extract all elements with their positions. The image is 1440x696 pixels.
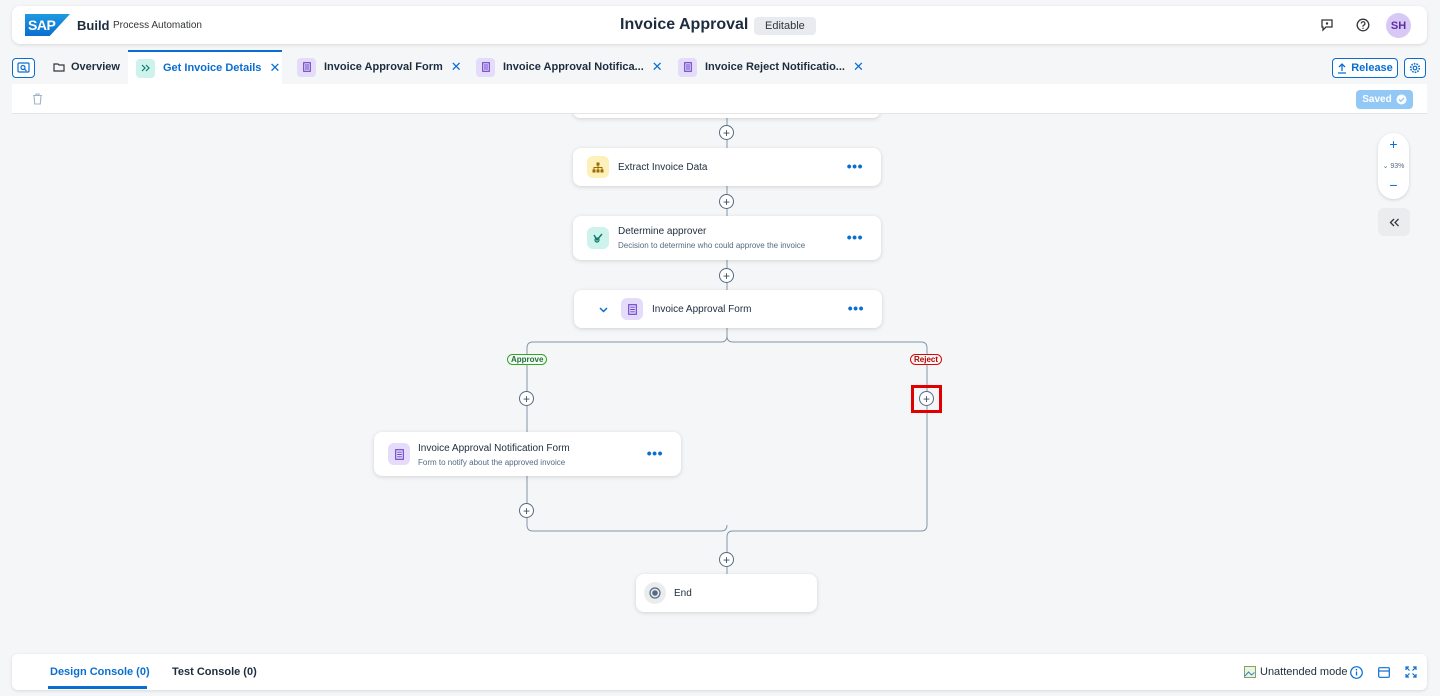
add-step-button-approve[interactable]: + — [519, 391, 534, 406]
info-icon[interactable] — [1349, 665, 1363, 679]
brand-name: Build — [77, 18, 110, 33]
collapse-panel-button[interactable] — [1378, 208, 1410, 236]
process-canvas[interactable]: + Extract Invoice Data ••• + Determine a… — [12, 114, 1427, 646]
expand-icon[interactable] — [1404, 665, 1418, 679]
page-title: Invoice Approval — [620, 16, 749, 33]
shell-header: SAP Build Process Automation Invoice App… — [12, 6, 1427, 44]
delete-icon[interactable] — [32, 92, 43, 110]
zoom-level[interactable]: ⌄ 93% — [1380, 162, 1407, 170]
highlight-box — [911, 385, 942, 413]
approve-branch-label: Approve — [507, 354, 548, 365]
chevron-down-icon[interactable] — [599, 300, 608, 318]
editor-toolbar: Saved — [12, 84, 1427, 114]
form-icon — [621, 298, 643, 320]
add-step-button[interactable]: + — [719, 268, 734, 283]
tab-test-console[interactable]: Test Console (0) — [172, 666, 257, 678]
status-badge: Editable — [754, 17, 816, 35]
bottom-console: Design Console (0) Test Console (0) Unat… — [12, 654, 1427, 690]
node-invoice-approval-form[interactable]: Invoice Approval Form ••• — [574, 290, 882, 328]
form-icon — [297, 57, 316, 77]
tab-invoice-approval-notification[interactable]: Invoice Approval Notifica... ✕ — [476, 50, 663, 84]
settings-button[interactable] — [1404, 58, 1426, 78]
image-icon — [1244, 666, 1256, 678]
tab-invoice-approval-form[interactable]: Invoice Approval Form ✕ — [297, 50, 462, 84]
close-icon[interactable]: ✕ — [451, 59, 462, 75]
add-step-button[interactable]: + — [719, 552, 734, 567]
close-icon[interactable]: ✕ — [269, 60, 280, 76]
more-options-button[interactable]: ••• — [847, 158, 863, 174]
search-icon — [17, 62, 30, 73]
check-circle-icon — [1396, 94, 1407, 105]
close-icon[interactable]: ✕ — [853, 59, 864, 75]
tab-label: Overview — [71, 61, 120, 73]
add-step-button[interactable]: + — [719, 194, 734, 209]
tab-label: Invoice Approval Notifica... — [503, 61, 644, 73]
panel-icon[interactable] — [1377, 665, 1391, 679]
avatar[interactable]: SH — [1386, 13, 1411, 38]
hierarchy-icon — [587, 156, 609, 178]
node-extract-invoice-data[interactable]: Extract Invoice Data ••• — [573, 148, 881, 186]
tab-search-button[interactable] — [12, 58, 35, 78]
active-tab-indicator — [48, 686, 147, 689]
tab-label: Invoice Reject Notificatio... — [705, 61, 845, 73]
flow-connectors — [526, 114, 928, 574]
node-end[interactable]: End — [636, 574, 817, 612]
chat-icon[interactable] — [1319, 17, 1335, 33]
form-icon — [388, 443, 410, 465]
tab-overview[interactable]: Overview — [52, 50, 120, 84]
help-icon[interactable] — [1355, 17, 1371, 33]
brand-subtitle: Process Automation — [113, 20, 202, 31]
decision-icon — [587, 227, 609, 249]
sap-logo[interactable]: SAP — [25, 14, 70, 36]
tab-design-console[interactable]: Design Console (0) — [50, 666, 150, 678]
previous-step-node[interactable] — [573, 114, 880, 118]
tab-invoice-reject-notification[interactable]: Invoice Reject Notificatio... ✕ — [678, 50, 864, 84]
reject-branch-label: Reject — [910, 354, 943, 365]
node-determine-approver[interactable]: Determine approver Decision to determine… — [573, 216, 881, 260]
more-options-button[interactable]: ••• — [647, 445, 663, 461]
zoom-controls: + ⌄ 93% − — [1378, 133, 1409, 199]
add-step-button[interactable]: + — [519, 503, 534, 518]
saved-status-badge: Saved — [1356, 90, 1413, 109]
tab-label: Get Invoice Details — [163, 62, 262, 74]
zoom-out-button[interactable]: − — [1378, 177, 1409, 193]
tab-label: Invoice Approval Form — [324, 61, 443, 73]
stop-icon — [644, 582, 666, 604]
more-options-button[interactable]: ••• — [847, 229, 863, 245]
unattended-mode: Unattended mode — [1244, 666, 1347, 678]
form-icon — [476, 57, 495, 77]
tab-get-invoice-details[interactable]: Get Invoice Details ✕ — [128, 50, 282, 84]
close-icon[interactable]: ✕ — [652, 59, 663, 75]
double-chevron-left-icon — [1389, 218, 1399, 226]
folder-icon — [52, 58, 66, 77]
upload-icon — [1338, 62, 1347, 74]
zoom-in-button[interactable]: + — [1378, 136, 1409, 152]
release-button[interactable]: Release — [1332, 58, 1398, 78]
more-options-button[interactable]: ••• — [848, 300, 864, 316]
node-invoice-approval-notification-form[interactable]: Invoice Approval Notification Form Form … — [374, 432, 681, 476]
gear-icon — [1409, 62, 1421, 74]
tab-bar: Overview Get Invoice Details ✕ Invoice A… — [12, 50, 1427, 84]
add-step-button[interactable]: + — [719, 125, 734, 140]
process-icon — [136, 58, 155, 78]
form-icon — [678, 57, 697, 77]
